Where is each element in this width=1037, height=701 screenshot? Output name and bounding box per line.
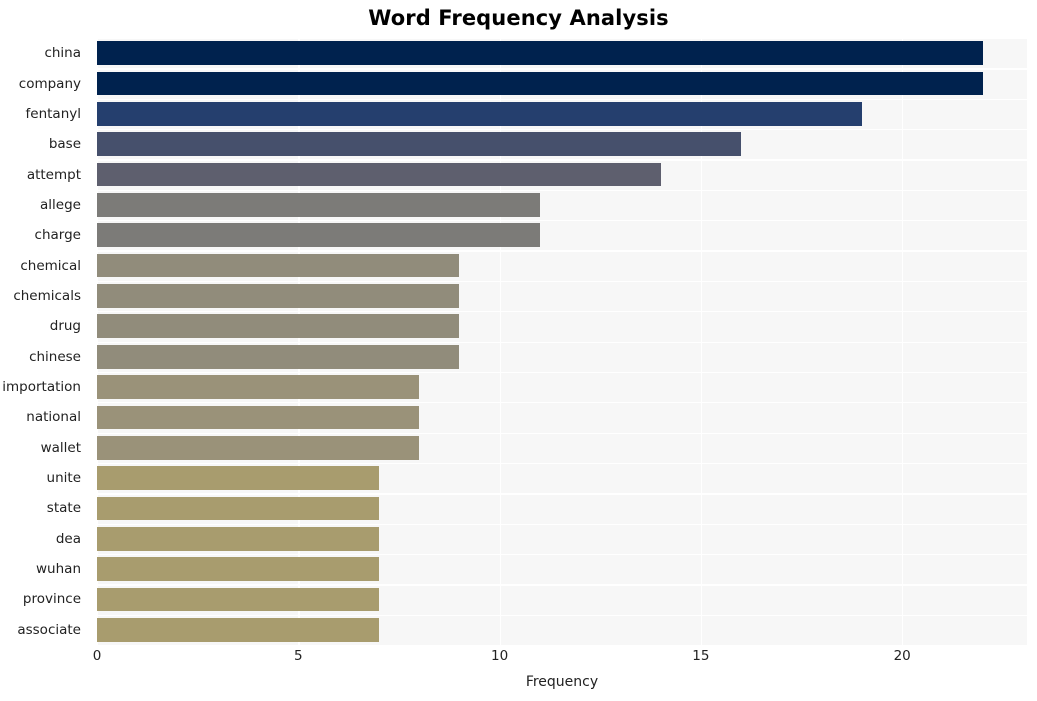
gridline-horizontal xyxy=(97,129,1027,131)
bar-fill xyxy=(97,435,420,460)
y-axis-tick-label: national xyxy=(26,409,81,426)
y-axis-tick-label: china xyxy=(44,45,81,62)
bar-fill xyxy=(97,71,983,96)
bar xyxy=(97,405,420,430)
bar xyxy=(97,557,379,581)
y-axis-tick-label: state xyxy=(46,500,81,517)
y-axis-tick-label: charge xyxy=(34,227,81,244)
y-axis-tick-label: attempt xyxy=(26,166,81,183)
bar-fill xyxy=(97,344,460,369)
y-axis-tick-label: chemical xyxy=(20,257,81,274)
bar-fill xyxy=(97,162,661,187)
gridline-horizontal xyxy=(97,341,1027,343)
chart-figure: Word Frequency Analysis china company fent… xyxy=(0,0,1037,701)
gridline-horizontal xyxy=(97,68,1027,70)
bar-fill xyxy=(97,132,742,157)
bar-fill xyxy=(97,587,379,612)
bar xyxy=(97,587,379,612)
plot-area xyxy=(97,38,1027,645)
bar-fill xyxy=(97,41,983,65)
bar xyxy=(97,162,661,187)
x-axis-tick-label: 5 xyxy=(294,648,303,664)
bar-fill xyxy=(97,617,379,642)
bar xyxy=(97,41,983,65)
x-axis-tick-label: 20 xyxy=(893,648,911,664)
bar xyxy=(97,375,420,399)
y-axis-tick-label: dea xyxy=(55,530,81,547)
bar xyxy=(97,466,379,490)
x-axis-tick-label: 0 xyxy=(92,648,102,664)
bar-fill xyxy=(97,284,460,308)
bar xyxy=(97,435,420,460)
bar xyxy=(97,132,742,157)
bar-fill xyxy=(97,102,862,126)
bar xyxy=(97,102,862,126)
bar-fill xyxy=(97,314,460,339)
y-axis-tick-label: associate xyxy=(17,621,81,638)
y-axis-tick-label: wuhan xyxy=(36,561,81,578)
gridline-horizontal xyxy=(97,38,1027,40)
x-axis-tick-label: 10 xyxy=(491,648,509,664)
bar xyxy=(97,193,540,217)
bar-fill xyxy=(97,253,460,278)
gridline-horizontal xyxy=(97,553,1027,556)
y-axis-tick-labels: china company fentanyl base attempt allege cha… xyxy=(0,38,89,645)
gridline-horizontal xyxy=(97,189,1027,192)
gridline-horizontal xyxy=(97,250,1027,252)
page-title: Word Frequency Analysis xyxy=(368,6,669,30)
bar-fill xyxy=(97,557,379,581)
bar-fill xyxy=(97,375,420,399)
gridline-horizontal xyxy=(97,371,1027,374)
bar-fill xyxy=(97,223,540,248)
y-axis-tick-label: base xyxy=(48,136,81,153)
y-axis-tick-label: wallet xyxy=(40,439,81,456)
bar-fill xyxy=(97,405,420,430)
y-axis-tick-label: province xyxy=(22,591,81,608)
gridline-horizontal xyxy=(97,220,1027,222)
bar xyxy=(97,223,540,248)
bar xyxy=(97,314,460,339)
bar xyxy=(97,71,983,96)
y-axis-tick-label: allege xyxy=(40,196,81,213)
gridline-horizontal xyxy=(97,584,1027,586)
y-axis-tick-label: company xyxy=(18,75,81,92)
y-axis-tick-label: importation xyxy=(2,379,81,396)
x-axis-tick-label: 15 xyxy=(692,648,710,664)
gridline-horizontal xyxy=(97,493,1027,495)
bar-fill xyxy=(97,466,379,490)
gridline-horizontal xyxy=(97,614,1027,616)
bar xyxy=(97,344,460,369)
bar xyxy=(97,253,460,278)
bar xyxy=(97,617,379,642)
gridline-horizontal xyxy=(97,402,1027,404)
gridline-horizontal xyxy=(97,98,1027,100)
gridline-horizontal xyxy=(97,159,1027,161)
x-axis-tick-labels: 0 5 10 15 20 xyxy=(93,648,1027,670)
y-axis-tick-label: drug xyxy=(49,318,81,335)
y-axis-tick-label: chemicals xyxy=(13,287,81,304)
y-axis-tick-label: chinese xyxy=(29,348,81,365)
y-axis-tick-label: unite xyxy=(46,470,81,487)
y-axis-tick-label: fentanyl xyxy=(25,105,81,122)
bar xyxy=(97,526,379,551)
bar xyxy=(97,496,379,521)
bar xyxy=(97,284,460,308)
gridline-horizontal xyxy=(97,523,1027,525)
bar-fill xyxy=(97,526,379,551)
bar-fill xyxy=(97,496,379,521)
gridline-horizontal xyxy=(97,432,1027,434)
gridline-horizontal xyxy=(97,311,1027,313)
x-axis-label: Frequency xyxy=(525,674,599,690)
gridline-horizontal xyxy=(97,280,1027,283)
bar-fill xyxy=(97,193,540,217)
gridline-horizontal xyxy=(97,462,1027,465)
